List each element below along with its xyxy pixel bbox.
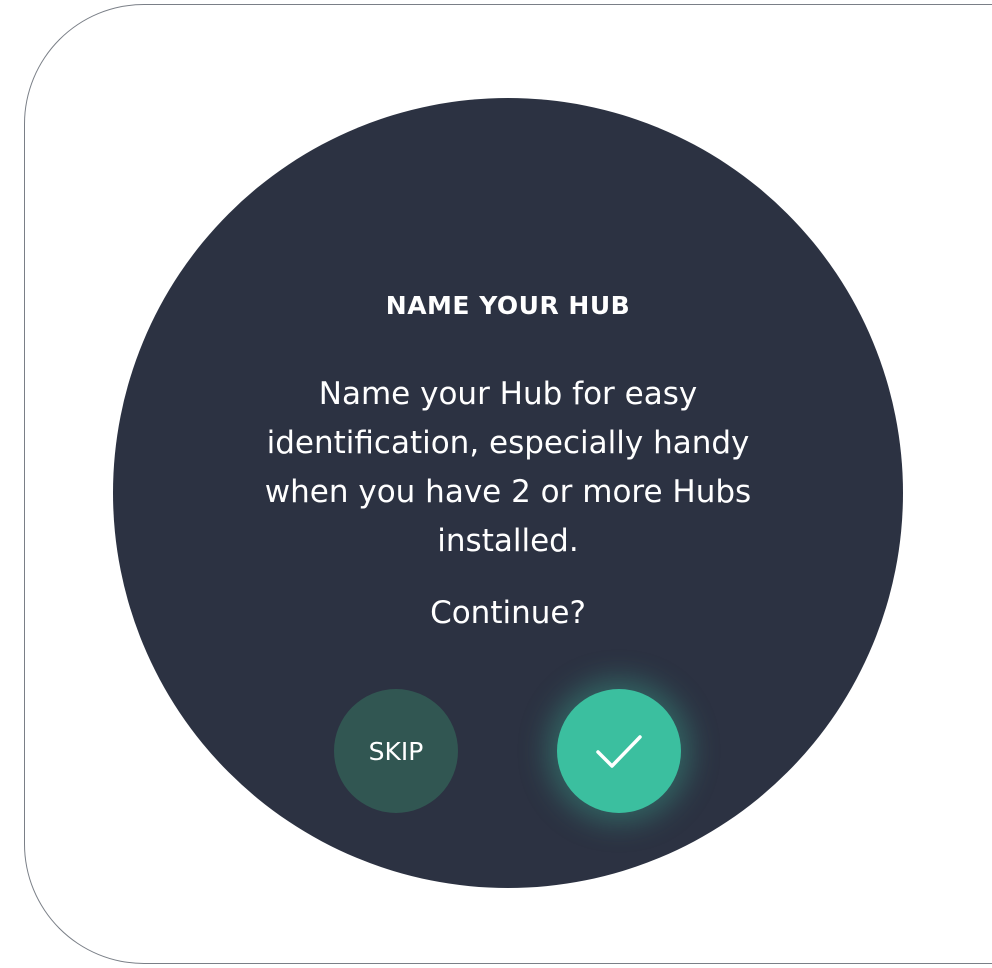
dialog-question: Continue? [430, 595, 586, 631]
checkmark-icon [596, 735, 642, 768]
skip-button-label: SKIP [368, 736, 424, 766]
dialog-message: Name your Hub for easy identification, e… [264, 376, 752, 559]
confirm-button[interactable] [557, 689, 681, 813]
name-hub-dialog: NAME YOUR HUB Name your Hub for easy ide… [113, 98, 903, 888]
skip-button[interactable]: SKIP [334, 689, 458, 813]
dialog-title: NAME YOUR HUB [385, 291, 631, 320]
